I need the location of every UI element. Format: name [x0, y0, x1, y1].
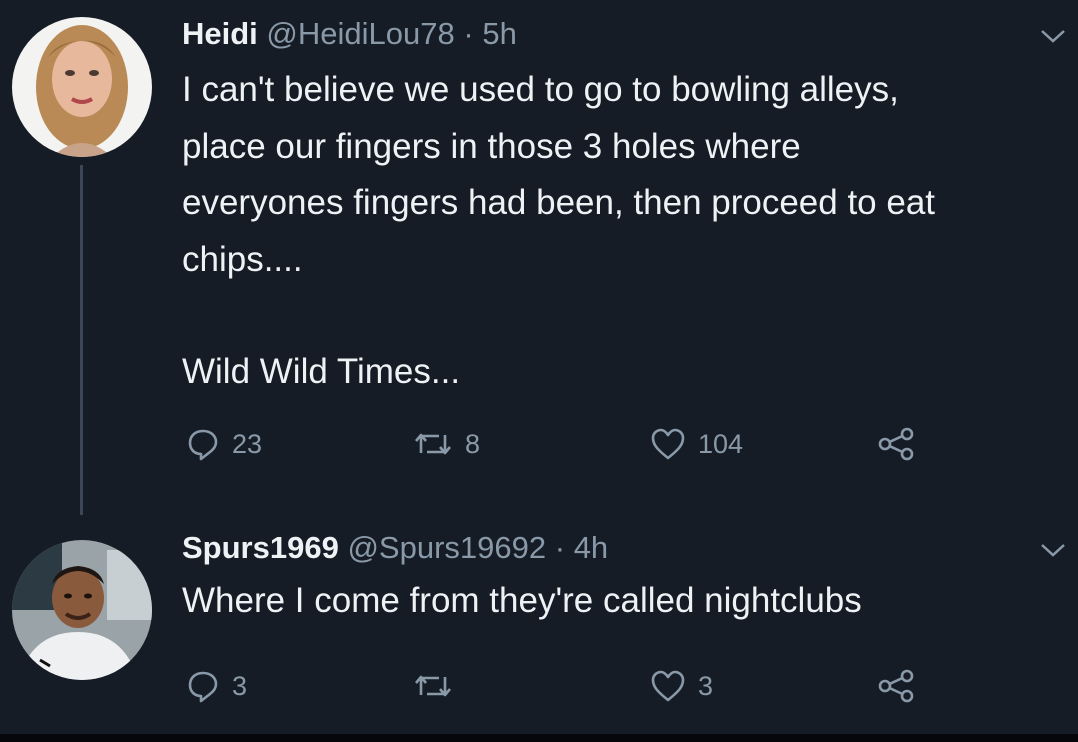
tweet-text-line: I can't believe we used to go to bowling…	[182, 70, 899, 109]
retweet-icon	[415, 433, 451, 455]
avatar-heidi-image	[12, 17, 152, 157]
like-button[interactable]: 3	[650, 666, 713, 706]
bottom-edge	[0, 734, 1078, 742]
tweet-text-line: everyones fingers had been, then proceed…	[182, 183, 936, 222]
chevron-down-icon[interactable]	[1040, 28, 1066, 44]
reply-icon	[188, 671, 218, 703]
tweet-header: Spurs1969 @Spurs19692 · 4h	[182, 528, 608, 568]
header-separator: ·	[463, 16, 474, 51]
tweet-text: I can't believe we used to go to bowling…	[182, 62, 935, 401]
reply-count: 23	[232, 428, 263, 459]
author-name[interactable]: Spurs1969	[182, 530, 339, 565]
tweet-timestamp[interactable]: 4h	[574, 530, 608, 565]
tweet-actions: 23 8 104	[0, 424, 1078, 464]
share-button[interactable]	[876, 424, 916, 464]
retweet-button[interactable]: 8	[413, 424, 480, 464]
heart-icon	[651, 670, 685, 702]
share-icon	[878, 427, 914, 461]
chevron-down-icon[interactable]	[1040, 542, 1066, 558]
reply-icon	[188, 429, 218, 461]
share-icon	[878, 669, 914, 703]
like-button[interactable]: 104	[650, 424, 743, 464]
author-handle[interactable]: @Spurs19692	[347, 530, 546, 565]
reply-button[interactable]: 3	[186, 666, 247, 706]
tweet-text-line: place our fingers in those 3 holes where	[182, 126, 801, 166]
like-count: 3	[698, 670, 714, 701]
share-button[interactable]	[876, 666, 916, 706]
retweet-icon	[415, 675, 451, 697]
avatar-heidi[interactable]	[12, 17, 152, 157]
reply-button[interactable]: 23	[186, 424, 262, 464]
tweet-text-line: Wild Wild Times...	[182, 352, 461, 391]
tweet-header: Heidi @HeidiLou78 · 5h	[182, 14, 517, 54]
like-count: 104	[698, 428, 744, 459]
retweet-button[interactable]	[413, 666, 465, 706]
tweet-heidi[interactable]: Heidi @HeidiLou78 · 5h I can't believe w…	[0, 0, 1078, 515]
tweet-text-line: chips....	[182, 239, 303, 279]
avatar-spurs1969[interactable]	[12, 540, 152, 680]
reply-count: 3	[232, 670, 248, 701]
tweet-spurs1969[interactable]: Spurs1969 @Spurs19692 · 4h Where I come …	[0, 510, 1078, 742]
retweet-count: 8	[465, 428, 481, 459]
tweet-timestamp[interactable]: 5h	[482, 16, 516, 51]
heart-icon	[651, 428, 685, 460]
tweet-text: Where I come from they're called nightcl…	[182, 576, 862, 626]
author-name[interactable]: Heidi	[182, 16, 258, 51]
header-separator: ·	[554, 530, 566, 565]
tweet-actions: 3 3	[0, 666, 1078, 706]
avatar-spurs1969-image	[12, 540, 152, 680]
author-handle[interactable]: @HeidiLou78	[266, 16, 454, 51]
tweet-text-line: Where I come from they're called nightcl…	[182, 581, 862, 620]
